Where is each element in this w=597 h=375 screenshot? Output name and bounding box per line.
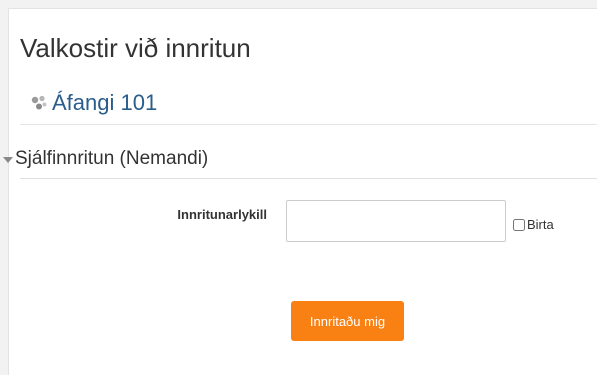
enrolment-key-label: Innritunarlykill: [177, 207, 267, 222]
divider: [20, 124, 597, 125]
triangle-down-icon: [3, 157, 13, 163]
enrol-section-title: Sjálfinnritun (Nemandi): [15, 148, 209, 169]
enrolment-key-input[interactable]: [286, 200, 506, 242]
divider: [20, 178, 597, 179]
course-icon: [30, 94, 48, 112]
course-heading: Áfangi 101: [30, 88, 157, 118]
show-key-toggle[interactable]: Birta: [513, 217, 554, 232]
page-title: Valkostir við innritun: [20, 33, 251, 63]
enrol-me-button[interactable]: Innritaðu mig: [291, 301, 404, 341]
course-name-link[interactable]: Áfangi 101: [52, 90, 157, 116]
enrol-section-toggle[interactable]: Sjálfinnritun (Nemandi): [3, 148, 208, 170]
show-key-checkbox[interactable]: [513, 218, 525, 231]
show-key-label[interactable]: Birta: [527, 217, 554, 232]
